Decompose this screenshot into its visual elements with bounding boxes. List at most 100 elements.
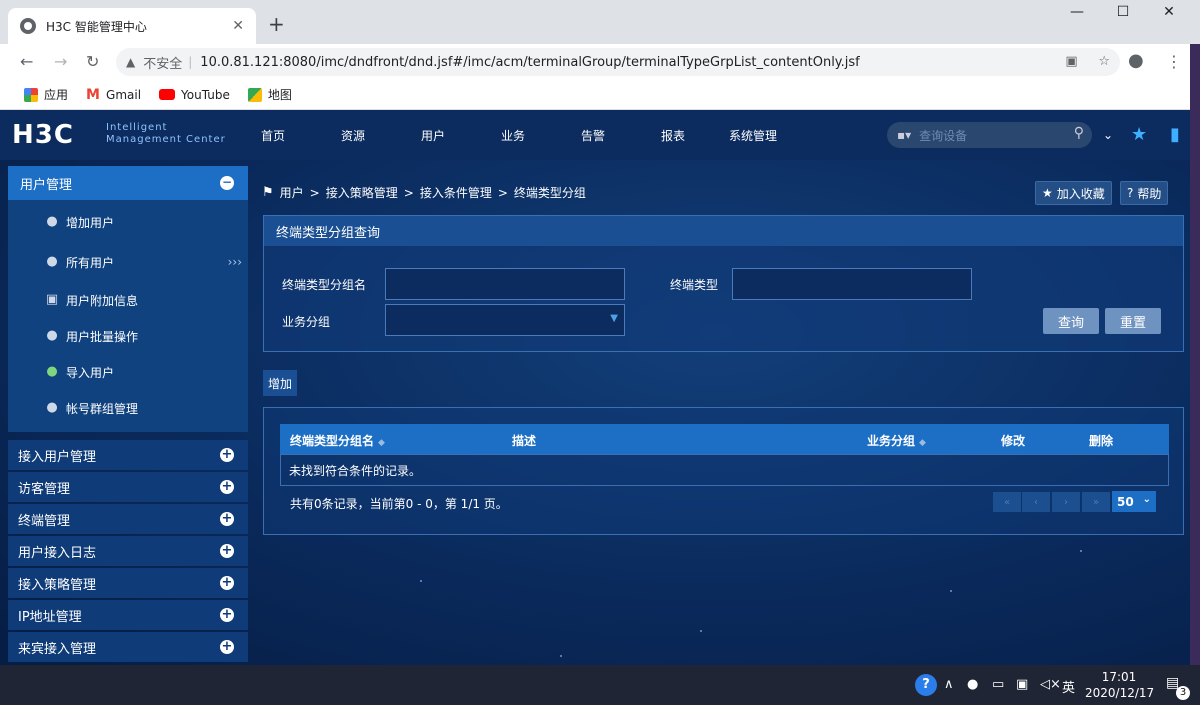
sort-icon[interactable]: ◆ (378, 438, 385, 448)
terminal-type-input[interactable] (732, 268, 972, 300)
expand-icon[interactable]: + (220, 576, 234, 590)
qq-icon[interactable]: ● (967, 677, 978, 692)
device-type-icon[interactable]: ▪▾ (897, 128, 911, 142)
bookmark-apps[interactable]: 应用 (24, 86, 68, 103)
help-button[interactable]: ? 帮助 (1120, 181, 1169, 205)
clock[interactable]: 17:01 2020/12/17 (1085, 669, 1154, 701)
kebab-menu-icon[interactable]: ⋮ (1166, 52, 1182, 71)
sidebar-item-add-user[interactable]: ● 增加用户 (8, 202, 248, 242)
logo-sub-line2: Management Center (106, 134, 226, 145)
breadcrumb-item[interactable]: 接入条件管理 (420, 184, 492, 201)
service-group-select[interactable]: ▼ (385, 304, 625, 336)
menu-system[interactable]: 系统管理 (729, 127, 777, 144)
sidebar-group-terminals[interactable]: 终端管理 + (8, 504, 248, 534)
sidebar-group-access-policy[interactable]: 接入策略管理 + (8, 568, 248, 598)
last-page-icon[interactable]: » (1082, 492, 1110, 512)
add-button[interactable]: 增加 (263, 370, 297, 396)
breadcrumb-separator: > (403, 185, 414, 200)
sidebar-group-access-logs[interactable]: 用户接入日志 + (8, 536, 248, 566)
menu-users[interactable]: 用户 (421, 127, 445, 144)
prev-page-icon[interactable]: ‹ (1022, 492, 1050, 512)
sidebar-group-user-management[interactable]: 用户管理 − (8, 166, 248, 200)
menu-home[interactable]: 首页 (261, 127, 285, 144)
sidebar-item-label: 所有用户 (66, 255, 115, 270)
menu-reports[interactable]: 报表 (661, 127, 685, 144)
add-favorite-button[interactable]: ★ 加入收藏 (1035, 181, 1112, 205)
help-tray-icon[interactable]: ? (915, 674, 937, 696)
sort-icon[interactable]: ◆ (919, 438, 926, 448)
address-bar: ← → ↻ ▲ 不安全 | 10.0.81.121:8080/imc/dndfr… (0, 44, 1200, 80)
browser-tab[interactable]: H3C 智能管理中心 ✕ (8, 8, 256, 44)
sidebar-group-ip-address[interactable]: IP地址管理 + (8, 600, 248, 630)
bookmark-label: 应用 (44, 88, 69, 102)
expand-icon[interactable]: + (220, 608, 234, 622)
sidebar-item-all-users[interactable]: ● 所有用户 ››› (8, 242, 248, 282)
sidebar-group-access-users[interactable]: 接入用户管理 + (8, 440, 248, 470)
volume-icon[interactable]: ◁× (1040, 677, 1061, 692)
query-panel-title: 终端类型分组查询 (264, 216, 1183, 246)
first-page-icon[interactable]: « (993, 492, 1021, 512)
next-page-icon[interactable]: › (1052, 492, 1080, 512)
expand-icon[interactable]: + (220, 480, 234, 494)
expand-icon[interactable]: + (220, 640, 234, 654)
sidebar-item-batch-operations[interactable]: ● 用户批量操作 (8, 318, 248, 354)
reload-icon[interactable]: ↻ (86, 52, 99, 71)
service-group-label: 业务分组 (282, 315, 331, 329)
tray-expand-icon[interactable]: ∧ (944, 677, 954, 692)
top-nav: H3C Intelligent Management Center 首页 资源 … (0, 110, 1190, 160)
new-tab-icon[interactable]: + (268, 12, 285, 36)
collapse-icon[interactable]: − (220, 176, 234, 190)
group-icon: ● (46, 400, 58, 415)
page-size-select[interactable]: 50 ⌄ (1112, 491, 1156, 512)
window-close-icon[interactable]: ✕ (1146, 4, 1192, 20)
close-icon[interactable]: ✕ (232, 18, 244, 34)
sidebar-item-label: 帐号群组管理 (66, 401, 139, 416)
menu-services[interactable]: 业务 (501, 127, 525, 144)
menu-alarms[interactable]: 告警 (581, 127, 605, 144)
minimize-icon[interactable]: — (1054, 4, 1100, 20)
expand-icon[interactable]: + (220, 544, 234, 558)
battery-icon[interactable]: ▭ (992, 677, 1004, 692)
sidebar-group-guest-access[interactable]: 来宾接入管理 + (8, 632, 248, 662)
url-field[interactable]: ▲ 不安全 | 10.0.81.121:8080/imc/dndfront/dn… (116, 48, 1120, 76)
expand-icon[interactable]: + (220, 448, 234, 462)
star-decoration (560, 655, 562, 657)
site-info-icon[interactable]: ▣ (1065, 54, 1077, 69)
chevron-right-icon[interactable]: ››› (228, 255, 242, 269)
column-service-group[interactable]: 业务分组 ◆ (867, 432, 926, 449)
bookmark-star-icon[interactable]: ☆ (1098, 54, 1110, 69)
network-icon[interactable]: ▣ (1016, 677, 1028, 692)
sidebar-item-import-users[interactable]: ● 导入用户 (8, 354, 248, 390)
menu-resources[interactable]: 资源 (341, 127, 365, 144)
breadcrumb-item[interactable]: 用户 (280, 184, 304, 201)
bookmark-gmail[interactable]: M Gmail (86, 88, 141, 102)
ime-indicator[interactable]: 英 (1062, 677, 1075, 696)
url-text: 10.0.81.121:8080/imc/dndfront/dnd.jsf#/i… (200, 54, 860, 70)
search-input[interactable]: 查询设备 (919, 127, 967, 144)
back-arrow-icon[interactable]: ← (20, 52, 33, 71)
results-panel: 终端类型分组名 ◆ 描述 业务分组 ◆ 修改 删除 未找到符合条件的记录。 共有0条… (263, 407, 1184, 535)
bookmark-icon[interactable]: ▮ (1170, 124, 1180, 145)
help-icon: ? (1127, 186, 1134, 200)
expand-icon[interactable]: + (220, 512, 234, 526)
profile-icon[interactable]: ● (1128, 50, 1144, 71)
group-name-input[interactable] (385, 268, 625, 300)
chevron-down-icon[interactable]: ⌄ (1103, 128, 1113, 142)
bookmark-youtube[interactable]: YouTube (159, 88, 230, 102)
search-icon[interactable]: ⚲ (1074, 125, 1084, 141)
breadcrumb: ⚑ 用户 > 接入策略管理 > 接入条件管理 > 终端类型分组 (262, 184, 586, 201)
maximize-icon[interactable]: ☐ (1100, 4, 1146, 20)
reset-button[interactable]: 重置 (1105, 308, 1161, 334)
bookmark-maps[interactable]: 地图 (247, 86, 292, 103)
sidebar-group-label: 访客管理 (18, 481, 71, 497)
empty-row: 未找到符合条件的记录。 (280, 454, 1169, 486)
sidebar-item-user-extra-info[interactable]: ▣ 用户附加信息 (8, 282, 248, 318)
column-group-name[interactable]: 终端类型分组名 ◆ (290, 432, 385, 449)
sidebar-group-guests[interactable]: 访客管理 + (8, 472, 248, 502)
sidebar-item-account-groups[interactable]: ● 帐号群组管理 (8, 390, 248, 426)
favorites-star-icon[interactable]: ★ (1131, 124, 1147, 145)
breadcrumb-item[interactable]: 接入策略管理 (326, 184, 398, 201)
search-button[interactable]: 查询 (1043, 308, 1099, 334)
forward-arrow-icon[interactable]: → (54, 52, 67, 71)
device-search[interactable]: ▪▾ 查询设备 ⚲ (887, 122, 1092, 148)
